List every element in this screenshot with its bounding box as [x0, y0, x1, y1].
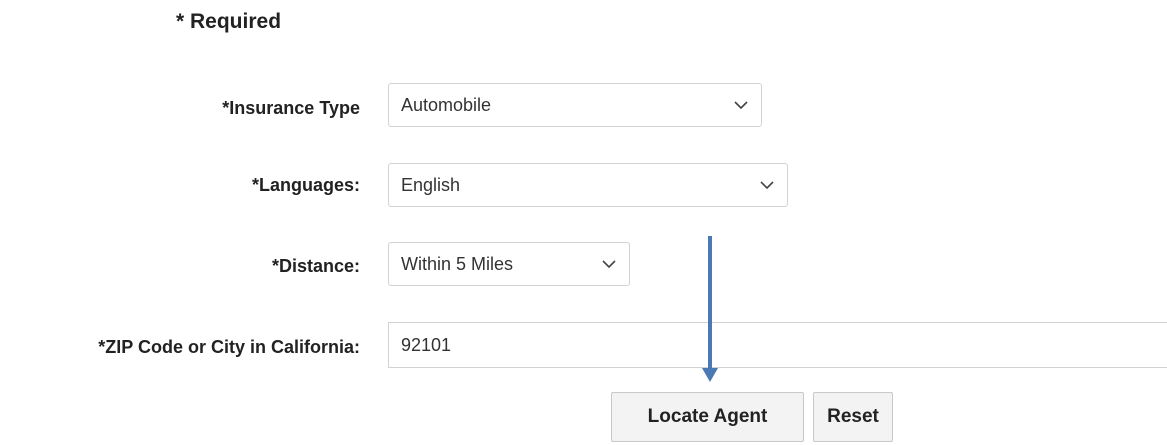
languages-value: English	[401, 174, 461, 195]
chevron-down-icon	[721, 100, 761, 110]
insurance-type-select[interactable]: Automobile	[388, 83, 762, 127]
down-arrow-icon	[702, 236, 718, 382]
reset-button[interactable]: Reset	[813, 392, 893, 442]
zip-label: *ZIP Code or City in California:	[98, 337, 360, 357]
chevron-down-icon	[589, 259, 629, 269]
distance-label: *Distance:	[271, 256, 360, 276]
insurance-type-label: *Insurance Type	[222, 98, 360, 118]
distance-value: Within 5 Miles	[401, 253, 514, 274]
languages-label: *Languages:	[251, 175, 360, 195]
chevron-down-icon	[747, 180, 787, 190]
required-note: * Required	[176, 10, 282, 33]
zip-input[interactable]	[388, 322, 1167, 368]
insurance-type-value: Automobile	[401, 94, 492, 115]
languages-select[interactable]: English	[388, 163, 788, 207]
distance-select[interactable]: Within 5 Miles	[388, 242, 630, 286]
agent-locator-form: * Required *Insurance Type Automobile *L…	[0, 0, 1167, 445]
locate-agent-button[interactable]: Locate Agent	[611, 392, 804, 442]
